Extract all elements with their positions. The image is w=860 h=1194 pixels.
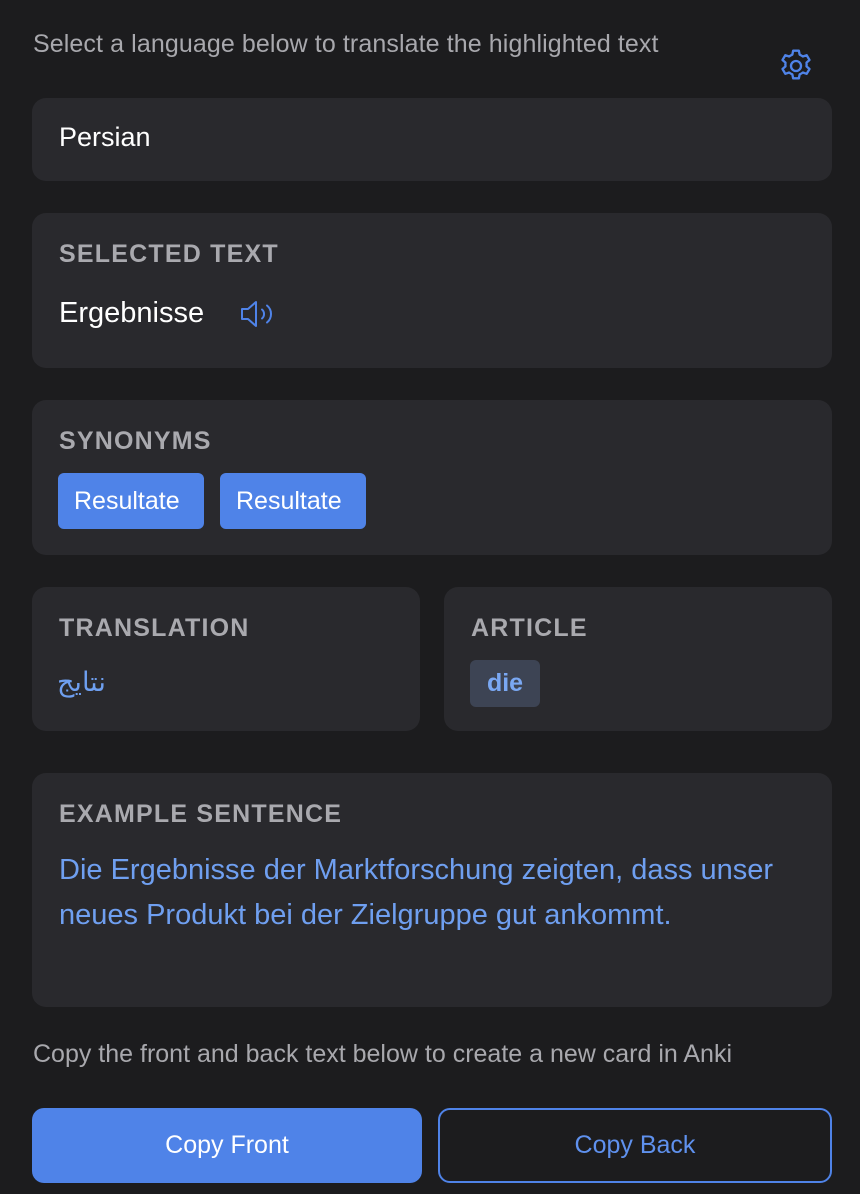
synonym-chip[interactable]: Resultate (58, 473, 204, 529)
bottom-instruction: Copy the front and back text below to cr… (33, 1040, 733, 1068)
example-sentence-text: Die Ergebnisse der Marktforschung zeigte… (59, 854, 774, 931)
synonyms-card: SYNONYMS Resultate Resultate (32, 400, 832, 555)
language-select[interactable]: Persian (32, 98, 832, 181)
speaker-icon (241, 301, 273, 327)
synonyms-title: SYNONYMS (59, 427, 212, 455)
translation-card: TRANSLATION نتایج (32, 587, 420, 731)
article-badge: die (470, 660, 540, 707)
selected-word: Ergebnisse (59, 297, 205, 329)
article-card: ARTICLE die (444, 587, 832, 731)
selected-text-card: SELECTED TEXT Ergebnisse (32, 213, 832, 368)
gear-icon (781, 49, 811, 80)
pronounce-button[interactable] (239, 297, 279, 331)
copy-front-button[interactable]: Copy Front (32, 1108, 422, 1183)
settings-button[interactable] (776, 46, 816, 86)
copy-back-button[interactable]: Copy Back (438, 1108, 832, 1183)
translation-title: TRANSLATION (59, 614, 250, 642)
example-sentence-title: EXAMPLE SENTENCE (59, 800, 343, 828)
article-title: ARTICLE (471, 614, 588, 642)
language-select-value: Persian (59, 122, 151, 152)
top-instruction: Select a language below to translate the… (33, 30, 659, 58)
example-sentence-card: EXAMPLE SENTENCE Die Ergebnisse der Mark… (32, 773, 832, 1007)
selected-text-title: SELECTED TEXT (59, 240, 279, 268)
translation-value: نتایج (57, 667, 106, 697)
synonym-chip[interactable]: Resultate (220, 473, 366, 529)
